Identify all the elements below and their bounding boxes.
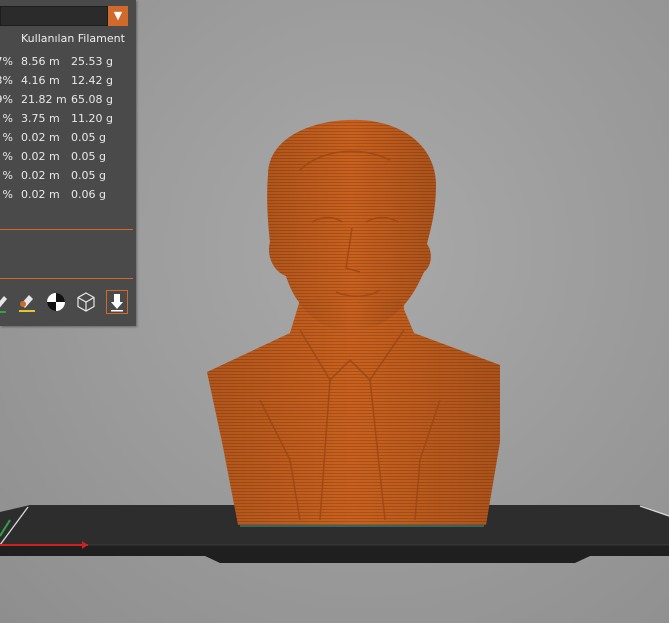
- edit-icon[interactable]: [0, 290, 12, 314]
- download-icon[interactable]: [106, 290, 128, 314]
- column-header-used-filament: Kullanılan Filament: [21, 32, 125, 45]
- wireframe-cube-icon[interactable]: [75, 290, 97, 314]
- extruder-dropdown[interactable]: [0, 6, 108, 26]
- filament-stats-panel: ▼ Kullanılan Filament 7% 8.56 m 25.53 g …: [0, 0, 136, 326]
- paint-brush-icon[interactable]: [16, 290, 38, 314]
- divider: [0, 278, 133, 279]
- divider: [0, 229, 133, 230]
- bust-model[interactable]: [207, 119, 500, 525]
- view-toolbar: [0, 288, 136, 316]
- center-of-mass-icon[interactable]: [45, 290, 67, 314]
- triangle-down-icon[interactable]: ▼: [108, 6, 128, 26]
